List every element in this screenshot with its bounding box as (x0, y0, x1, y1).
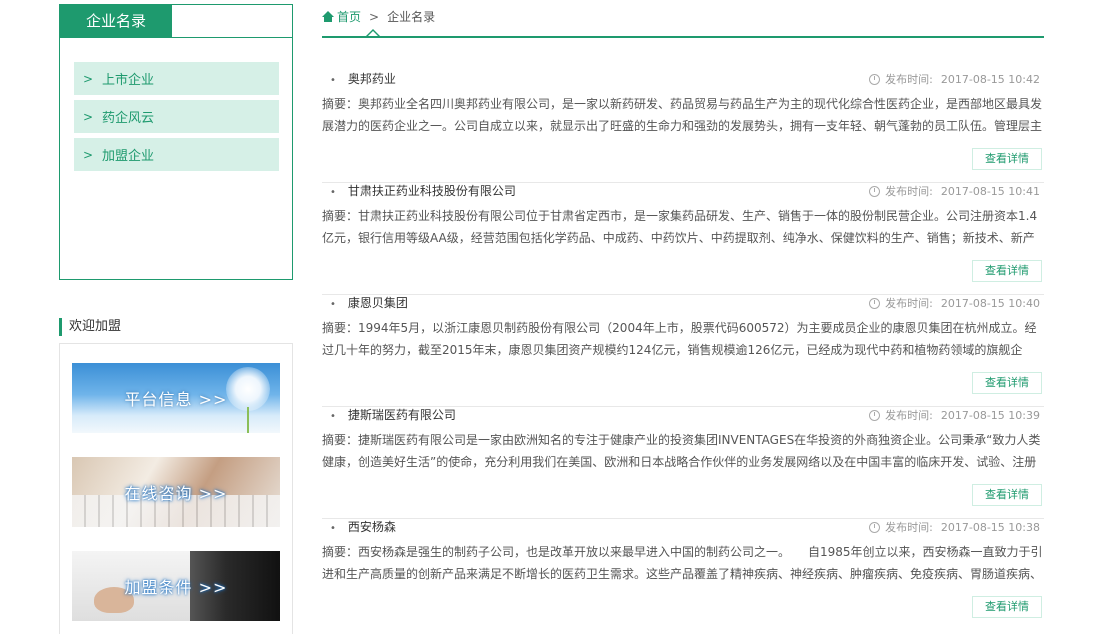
bullet-icon: • (330, 299, 336, 310)
view-details-button[interactable]: 查看详情 (972, 260, 1042, 282)
chevron-right-icon: > (82, 71, 94, 86)
clock-icon (869, 297, 881, 309)
chevron-right-icon: > (82, 109, 94, 124)
article-title: 甘肃扶正药业科技股份有限公司 (347, 184, 516, 198)
welcome-heading: 欢迎加盟 (59, 318, 303, 336)
sidebar-item-pharma-news[interactable]: > 药企风云 (74, 100, 279, 133)
banner-label: 加盟条件 >> (124, 578, 228, 597)
banner-platform-info[interactable]: 平台信息 >> (72, 363, 280, 433)
view-details-button[interactable]: 查看详情 (972, 484, 1042, 506)
article-title: 奥邦药业 (347, 72, 396, 86)
sidebar-item-label: 上市企业 (102, 73, 155, 88)
article-time: 发布时间: 2017-08-15 10:41 (869, 183, 1040, 199)
welcome-panel: 平台信息 >> 在线咨询 >> 加盟条件 >> (59, 343, 293, 634)
sidebar-item-label: 加盟企业 (102, 149, 155, 164)
category-panel-header: 企业名录 (60, 5, 292, 38)
home-icon (322, 11, 334, 22)
category-list: > 上市企业 > 药企风云 > 加盟企业 (74, 62, 279, 176)
clock-icon (869, 185, 881, 197)
breadcrumb-home-link[interactable]: 首页 (337, 8, 361, 25)
list-item: • 甘肃扶正药业科技股份有限公司 发布时间: 2017-08-15 10:41 摘… (322, 182, 1044, 295)
sidebar-item-listed-companies[interactable]: > 上市企业 (74, 62, 279, 95)
article-time: 发布时间: 2017-08-15 10:39 (869, 407, 1040, 423)
article-title-link[interactable]: • 西安杨森 (330, 518, 396, 535)
view-details-button[interactable]: 查看详情 (972, 148, 1042, 170)
bullet-icon: • (330, 75, 336, 86)
article-title-link[interactable]: • 奥邦药业 (330, 70, 396, 87)
banner-franchise-conditions[interactable]: 加盟条件 >> (72, 551, 280, 621)
article-summary: 摘要：甘肃扶正药业科技股份有限公司位于甘肃省定西市，是一家集药品研发、生产、销售… (322, 209, 1038, 245)
category-panel: 企业名录 > 上市企业 > 药企风云 > 加盟企业 (59, 4, 293, 280)
breadcrumb-current: 企业名录 (387, 10, 436, 24)
clock-icon (869, 409, 881, 421)
list-item: • 奥邦药业 发布时间: 2017-08-15 10:42 摘要：奥邦药业全名四川… (322, 70, 1044, 183)
article-summary: 摘要：奥邦药业全名四川奥邦药业有限公司，是一家以新药研发、药品贸易与药品生产为主… (322, 97, 1043, 133)
article-time: 发布时间: 2017-08-15 10:38 (869, 519, 1040, 535)
category-panel-title: 企业名录 (60, 5, 172, 37)
banner-label: 平台信息 >> (124, 390, 228, 409)
list-item: • 西安杨森 发布时间: 2017-08-15 10:38 摘要：西安杨森是强生的… (322, 518, 1044, 618)
breadcrumb-separator: > (369, 9, 380, 24)
article-time: 发布时间: 2017-08-15 10:42 (869, 71, 1040, 87)
sidebar: 企业名录 > 上市企业 > 药企风云 > 加盟企业 欢迎加盟 平台信息 >> 在… (59, 4, 293, 634)
time-label: 发布时间: (885, 521, 933, 534)
view-details-button[interactable]: 查看详情 (972, 596, 1042, 618)
time-label: 发布时间: (885, 409, 933, 422)
time-value: 2017-08-15 10:38 (940, 520, 1040, 534)
sidebar-item-label: 药企风云 (102, 111, 155, 126)
sidebar-item-franchise-companies[interactable]: > 加盟企业 (74, 138, 279, 171)
article-summary: 摘要：西安杨森是强生的制药子公司，也是改革开放以来最早进入中国的制药公司之一。 … (322, 545, 1043, 581)
bullet-icon: • (330, 411, 336, 422)
article-time: 发布时间: 2017-08-15 10:40 (869, 295, 1040, 311)
list-item: • 康恩贝集团 发布时间: 2017-08-15 10:40 摘要：1994年5月… (322, 294, 1044, 407)
time-label: 发布时间: (885, 73, 933, 86)
bullet-icon: • (330, 523, 336, 534)
time-label: 发布时间: (885, 297, 933, 310)
article-title-link[interactable]: • 康恩贝集团 (330, 294, 408, 311)
time-value: 2017-08-15 10:42 (940, 72, 1040, 86)
breadcrumb-notch (366, 29, 380, 36)
article-title: 康恩贝集团 (347, 296, 408, 310)
clock-icon (869, 73, 881, 85)
time-value: 2017-08-15 10:40 (940, 296, 1040, 310)
breadcrumb: 首页 > 企业名录 (322, 0, 1044, 38)
article-title: 西安杨森 (347, 520, 396, 534)
article-summary: 摘要：1994年5月，以浙江康恩贝制药股份有限公司（2004年上市，股票代码60… (322, 321, 1037, 357)
clock-icon (869, 521, 881, 533)
article-title-link[interactable]: • 甘肃扶正药业科技股份有限公司 (330, 182, 516, 199)
time-value: 2017-08-15 10:41 (940, 184, 1040, 198)
banner-label: 在线咨询 >> (124, 484, 228, 503)
banner-online-consult[interactable]: 在线咨询 >> (72, 457, 280, 527)
view-details-button[interactable]: 查看详情 (972, 372, 1042, 394)
chevron-right-icon: > (82, 147, 94, 162)
time-label: 发布时间: (885, 185, 933, 198)
article-title-link[interactable]: • 捷斯瑞医药有限公司 (330, 406, 456, 423)
time-value: 2017-08-15 10:39 (940, 408, 1040, 422)
list-item: • 捷斯瑞医药有限公司 发布时间: 2017-08-15 10:39 摘要：捷斯瑞… (322, 406, 1044, 519)
article-summary: 摘要：捷斯瑞医药有限公司是一家由欧洲知名的专注于健康产业的投资集团INVENTA… (322, 433, 1041, 469)
article-title: 捷斯瑞医药有限公司 (347, 408, 456, 422)
bullet-icon: • (330, 187, 336, 198)
